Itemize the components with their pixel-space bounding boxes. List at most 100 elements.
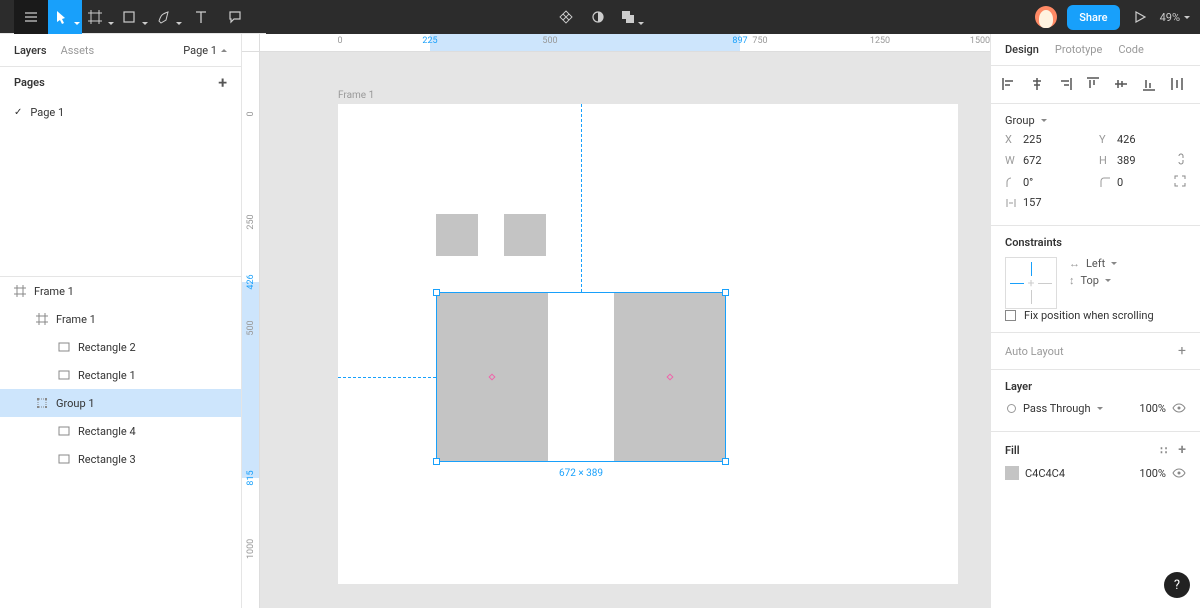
rotation-icon [1005,177,1017,188]
rectangle[interactable] [436,214,478,256]
constraints-widget[interactable]: + [1005,257,1057,309]
selection-dimensions: 672 × 389 [559,468,603,479]
layer-row-group[interactable]: Group 1 [0,389,241,417]
link-wh-icon[interactable] [1176,152,1186,169]
layer-row-frame[interactable]: Frame 1 [0,277,241,305]
h-input[interactable]: 389 [1117,154,1167,167]
layer-section-title: Layer [1005,380,1186,393]
tab-layers[interactable]: Layers [14,44,47,57]
text-tool-button[interactable] [184,0,218,34]
selection-box[interactable] [436,292,726,462]
spacing-icon [1005,198,1017,208]
fill-visibility-icon[interactable] [1172,466,1186,480]
check-icon: ✓ [14,107,22,118]
rotation-input[interactable]: 0° [1023,176,1073,189]
align-tools [991,66,1200,104]
rectangle-icon [58,369,70,381]
tab-design[interactable]: Design [1005,43,1039,56]
fill-opacity-input[interactable]: 100% [1139,467,1166,480]
ruler-h-selection [430,34,740,51]
ruler-horizontal: 0 225 500 750 897 1250 1500 [260,34,990,52]
align-hcenter-icon[interactable] [1029,76,1047,94]
layers-panel: Layers Assets Page 1 Pages + ✓ Page 1 Fr… [0,34,242,608]
type-row[interactable]: Group [1005,114,1186,127]
constraints-title: Constraints [1005,236,1186,249]
frame-icon [36,313,48,325]
tab-prototype[interactable]: Prototype [1055,43,1102,56]
comment-tool-button[interactable] [218,0,252,34]
layer-row-rect[interactable]: Rectangle 2 [0,333,241,361]
fill-hex-input[interactable]: C4C4C4 [1025,467,1065,480]
ruler-corner [242,34,260,52]
fill-section-title: Fill ∷ + [1005,442,1186,458]
share-button[interactable]: Share [1067,5,1119,30]
pen-tool-button[interactable] [150,0,184,34]
top-toolbar: Share 49% [0,0,1200,34]
align-vcenter-icon[interactable] [1113,76,1131,94]
rectangle-icon [58,425,70,437]
shape-tool-button[interactable] [116,0,150,34]
fill-swatch[interactable] [1005,466,1019,480]
resize-handle[interactable] [722,289,729,296]
frame-tool-button[interactable] [82,0,116,34]
mask-icon[interactable] [586,0,610,34]
spacing-input[interactable]: 157 [1023,196,1073,209]
align-right-icon[interactable] [1057,76,1075,94]
align-left-icon[interactable] [1001,76,1019,94]
move-tool-button[interactable] [48,0,82,34]
corner-icon [1099,177,1111,188]
resize-handle[interactable] [433,458,440,465]
zoom-value: 49% [1160,11,1180,24]
constraint-h-select[interactable]: ↔Left [1069,257,1186,270]
checkbox-icon [1005,310,1016,321]
components-icon[interactable] [554,0,578,34]
page-selector[interactable]: Page 1 [183,44,227,57]
add-fill-button[interactable]: + [1178,442,1186,458]
w-input[interactable]: 672 [1023,154,1073,167]
rectangle[interactable] [504,214,546,256]
tab-code[interactable]: Code [1118,43,1143,56]
hamburger-menu-button[interactable] [14,0,48,34]
align-top-icon[interactable] [1085,76,1103,94]
constraint-v-select[interactable]: ↕Top [1069,274,1186,287]
ruler-v-selection [242,282,259,478]
frame-label[interactable]: Frame 1 [338,90,374,101]
boolean-ops-button[interactable] [618,0,646,34]
frame-icon [14,285,26,297]
layer-row-rect[interactable]: Rectangle 3 [0,445,241,473]
corner-input[interactable]: 0 [1117,176,1167,189]
pages-header: Pages + [0,66,241,98]
tab-assets[interactable]: Assets [61,44,95,57]
rectangle-icon [58,341,70,353]
distribute-icon[interactable] [1169,76,1187,94]
page-row[interactable]: ✓ Page 1 [0,98,241,126]
resize-handle[interactable] [433,289,440,296]
canvas-stage[interactable]: Frame 1 672 × 389 [260,52,990,608]
auto-layout-label: Auto Layout [1005,345,1064,358]
x-input[interactable]: 225 [1023,133,1073,146]
help-button[interactable]: ? [1164,572,1190,598]
avatar[interactable] [1035,6,1057,28]
ruler-vertical: 0 250 426 500 815 1000 [242,52,260,608]
rectangle-icon [58,453,70,465]
y-input[interactable]: 426 [1117,133,1167,146]
guide-vertical [581,104,582,292]
visibility-icon[interactable] [1172,401,1186,415]
group-icon [36,397,48,409]
inspector-panel: Design Prototype Code Group X 225 Y 426 … [990,34,1200,608]
add-page-button[interactable]: + [218,75,227,91]
independent-corners-icon[interactable] [1174,175,1186,190]
layer-row-rect[interactable]: Rectangle 1 [0,361,241,389]
style-picker-icon[interactable]: ∷ [1160,444,1168,457]
canvas[interactable]: 0 225 500 750 897 1250 1500 0 250 426 50… [242,34,990,608]
resize-handle[interactable] [722,458,729,465]
blend-mode-select[interactable]: Pass Through [1023,402,1091,415]
layer-row-frame[interactable]: Frame 1 [0,305,241,333]
layer-opacity-input[interactable]: 100% [1139,402,1166,415]
zoom-dropdown[interactable]: 49% [1160,11,1190,24]
add-autolayout-button[interactable]: + [1178,343,1186,359]
fix-position-checkbox[interactable]: Fix position when scrolling [1005,309,1186,322]
align-bottom-icon[interactable] [1141,76,1159,94]
present-button[interactable] [1130,0,1150,34]
layer-row-rect[interactable]: Rectangle 4 [0,417,241,445]
